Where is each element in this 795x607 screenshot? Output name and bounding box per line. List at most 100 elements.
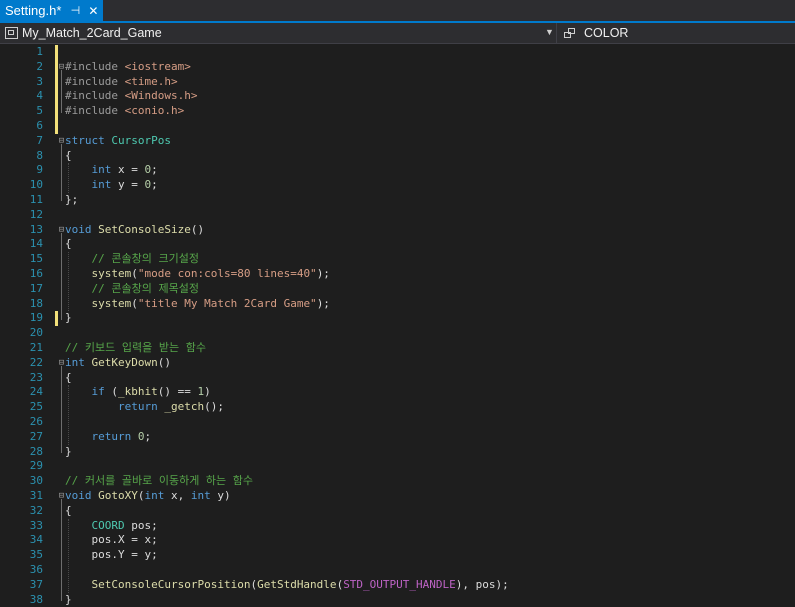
code-line[interactable]: 27 return 0;: [0, 430, 795, 445]
code-line[interactable]: 4 #include <Windows.h>: [0, 89, 795, 105]
code-text: }: [65, 311, 72, 326]
code-line[interactable]: 34 pos.X = x;: [0, 533, 795, 548]
line-number: 17: [29, 281, 43, 295]
code-editor[interactable]: 1 2 ⊟ #include <iostream> 3 #include <time.h>…: [0, 44, 795, 606]
code-token: "mode con:cols=80 lines=40": [137, 267, 317, 280]
line-number: 36: [29, 563, 43, 576]
code-text: int GetKeyDown(): [65, 356, 171, 371]
code-token: // 키보드 입력을 받는 함수: [65, 341, 206, 354]
code-line[interactable]: 21 // 키보드 입력을 받는 함수: [0, 341, 795, 356]
scope-dropdown[interactable]: COLOR: [560, 23, 628, 43]
code-line[interactable]: 15 // 콘솔창의 크기설정: [0, 252, 795, 267]
code-line[interactable]: 19}: [0, 311, 795, 327]
tab-title: Setting.h*: [5, 3, 62, 18]
code-text: }: [65, 445, 72, 460]
code-line[interactable]: 2 ⊟ #include <iostream>: [0, 59, 795, 75]
code-line[interactable]: 9 int x = 0;: [0, 163, 795, 178]
chevron-down-icon[interactable]: ▼: [545, 27, 554, 37]
code-text: COORD pos;: [65, 519, 158, 534]
code-line[interactable]: 5 #include <conio.h>: [0, 104, 795, 119]
code-token: struct: [65, 133, 105, 147]
code-token: (: [131, 267, 138, 280]
code-text: void SetConsoleSize(): [65, 223, 204, 238]
code-line[interactable]: 14 {: [0, 237, 795, 252]
outline-bracket: [61, 366, 62, 453]
code-token: int: [91, 163, 112, 177]
modified-line-marker: [55, 119, 58, 134]
code-text: void GotoXY(int x, int y): [65, 489, 231, 504]
code-token: void: [65, 222, 92, 236]
code-token: <Windows.h>: [117, 89, 198, 103]
line-number: 26: [29, 415, 43, 428]
code-line[interactable]: 6: [0, 119, 795, 134]
code-text: {: [65, 237, 72, 252]
code-line[interactable]: 18 system("title My Match 2Card Game");: [0, 297, 795, 312]
code-line[interactable]: 12: [0, 208, 795, 223]
code-text: // 콘솔창의 제목설정: [65, 282, 199, 297]
code-token: y =: [111, 178, 145, 192]
member-icon: [564, 28, 576, 38]
code-line[interactable]: 13 ⊟ void SetConsoleSize(): [0, 223, 795, 238]
pin-icon[interactable]: ⊣: [69, 4, 81, 17]
code-line[interactable]: 25 return _getch();: [0, 400, 795, 415]
code-line[interactable]: 1: [0, 45, 795, 60]
tab-setting-h[interactable]: Setting.h* ⊣ ✕: [0, 0, 103, 21]
code-line[interactable]: 24 if (_kbhit() == 1): [0, 385, 795, 400]
line-number: 34: [29, 533, 43, 547]
code-line[interactable]: 37 SetConsoleCursorPosition(GetStdHandle…: [0, 578, 795, 593]
code-token: GotoXY: [98, 489, 138, 502]
code-token: int: [91, 178, 112, 192]
code-line[interactable]: 7 ⊟ struct CursorPos: [0, 134, 795, 149]
code-line[interactable]: 31 ⊟ void GotoXY(int x, int y): [0, 489, 795, 504]
code-token: (: [104, 385, 118, 399]
code-line[interactable]: 16 system("mode con:cols=80 lines=40");: [0, 267, 795, 282]
line-number: 7: [36, 133, 43, 147]
code-line[interactable]: 23 {: [0, 371, 795, 386]
code-text: // 커서를 골바로 이동하게 하는 함수: [65, 474, 253, 489]
code-line[interactable]: 20: [0, 326, 795, 341]
code-line[interactable]: 30 // 커서를 골바로 이동하게 하는 함수: [0, 474, 795, 489]
code-line[interactable]: 22 ⊟ int GetKeyDown(): [0, 356, 795, 371]
code-text: SetConsoleCursorPosition(GetStdHandle(ST…: [65, 578, 509, 593]
code-token: // 콘솔창의 제목설정: [91, 281, 199, 295]
outline-bracket: [61, 232, 62, 320]
code-line[interactable]: 33 COORD pos;: [0, 519, 795, 534]
line-number: 35: [29, 548, 43, 562]
code-token: y): [210, 489, 231, 502]
line-number: 4: [36, 89, 43, 103]
code-line[interactable]: 11};: [0, 193, 795, 208]
code-token: if: [91, 385, 105, 399]
code-line[interactable]: 8{: [0, 149, 795, 164]
code-line[interactable]: 28}: [0, 445, 795, 460]
code-line[interactable]: 26: [0, 415, 795, 430]
code-line[interactable]: 29: [0, 459, 795, 474]
code-token: // 콘솔창의 크기설정: [91, 252, 199, 266]
line-number: 24: [29, 385, 43, 399]
line-number: 31: [29, 489, 43, 502]
code-token: _getch: [164, 400, 205, 414]
code-token: (): [190, 222, 205, 236]
modified-line-marker: [55, 74, 58, 90]
code-line[interactable]: 3 #include <time.h>: [0, 74, 795, 90]
code-line[interactable]: 17 // 콘솔창의 제목설정: [0, 282, 795, 297]
project-icon: [5, 27, 18, 39]
code-token: pos;: [124, 518, 158, 532]
code-token: <iostream>: [117, 59, 191, 73]
close-icon[interactable]: ✕: [87, 4, 99, 18]
line-number: 12: [29, 207, 43, 221]
code-text: if (_kbhit() == 1): [65, 385, 211, 400]
code-token: {: [65, 237, 72, 251]
code-line[interactable]: 32 {: [0, 504, 795, 519]
code-text: // 키보드 입력을 받는 함수: [65, 341, 206, 356]
code-token: int: [65, 355, 85, 369]
code-token: pos.Y = y;: [91, 548, 158, 562]
project-dropdown[interactable]: My_Match_2Card_Game: [2, 23, 555, 43]
code-line[interactable]: 35 pos.Y = y;: [0, 548, 795, 563]
code-text: {: [65, 504, 72, 519]
indent-guide: [68, 518, 69, 593]
code-token: ), pos);: [455, 577, 509, 591]
code-line[interactable]: 10 int y = 0;: [0, 178, 795, 193]
modified-line-marker: [55, 89, 58, 105]
code-line[interactable]: 36: [0, 563, 795, 578]
code-token: <time.h>: [117, 74, 178, 88]
